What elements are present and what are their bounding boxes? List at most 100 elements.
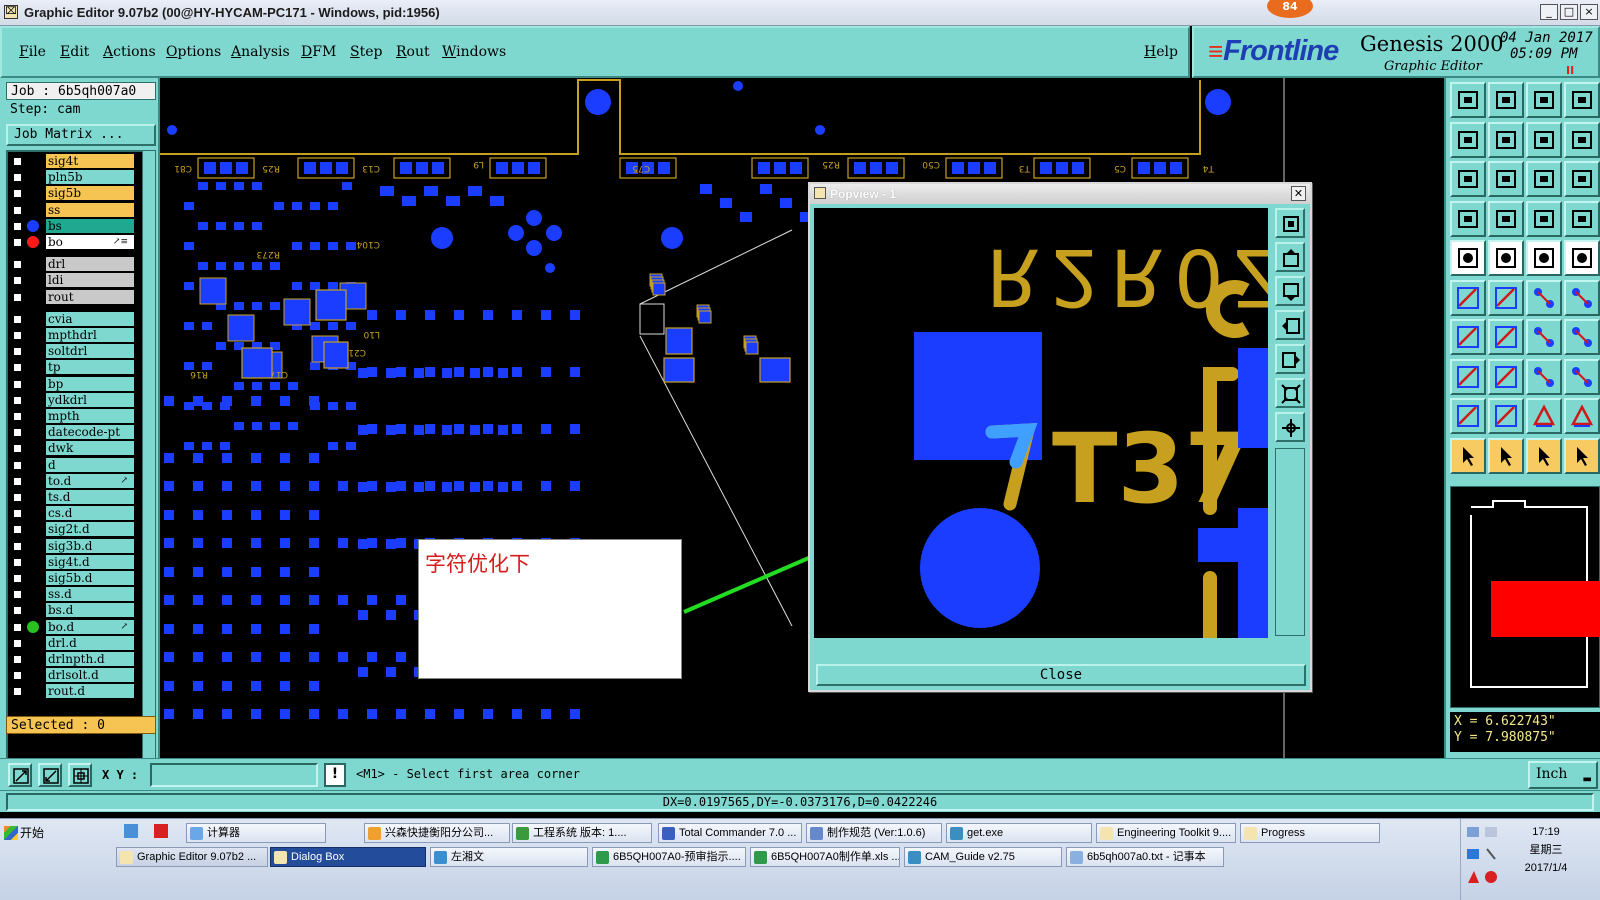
taskbar-app-icon — [596, 851, 609, 864]
xy-input[interactable] — [150, 763, 318, 787]
taskbar-app-icon — [516, 827, 529, 840]
tool-dash-button[interactable] — [1488, 358, 1524, 395]
popview-tool-right[interactable] — [1275, 344, 1305, 374]
tool-zoom-fit-button[interactable] — [1450, 161, 1486, 197]
tool-ratio-button[interactable] — [1526, 161, 1562, 197]
popview-tool-fit[interactable] — [1275, 378, 1305, 408]
zoom-silk-top: R2R0Z — [986, 231, 1268, 321]
zoom-out-button[interactable] — [38, 763, 62, 787]
popview-tool-zoom[interactable] — [1275, 208, 1305, 238]
popview-toolbar — [1272, 208, 1308, 638]
info-button[interactable]: ! — [324, 763, 346, 787]
taskbar-item-label: 6b5qh007a0.txt - 记事本 — [1087, 851, 1206, 863]
popview-window[interactable]: Popview - 1 ✕ R2R0Z T37 Close — [808, 182, 1312, 692]
move-icon — [1534, 287, 1554, 308]
tool-select-area-button[interactable] — [1450, 358, 1486, 395]
tool-stretch-button[interactable] — [1526, 358, 1562, 395]
tool-home-button[interactable] — [1526, 82, 1562, 118]
popview-canvas[interactable]: R2R0Z T37 — [814, 208, 1268, 638]
tool-move-button[interactable] — [1526, 279, 1562, 316]
units-dropdown[interactable]: Inch ▬ — [1528, 761, 1598, 789]
taskbar-item[interactable]: Dialog Box — [270, 847, 426, 867]
tool-snap-all-button[interactable] — [1564, 200, 1600, 237]
connect-icon — [1577, 446, 1588, 466]
net-icon — [1457, 286, 1479, 309]
tool-layer-left-button[interactable] — [1450, 121, 1486, 158]
popview-tool-up[interactable] — [1275, 242, 1305, 272]
quick-launch — [120, 821, 180, 843]
measure-icon — [1496, 248, 1516, 268]
tool-step-button[interactable] — [1564, 358, 1600, 395]
popview-close-icon[interactable]: ✕ — [1291, 186, 1306, 201]
navigation-map[interactable] — [1450, 486, 1600, 708]
tool-line-button[interactable] — [1526, 240, 1562, 276]
tool-rotate-button[interactable] — [1564, 398, 1600, 434]
taskbar-item[interactable]: Progress — [1240, 823, 1380, 843]
popview-tool-left[interactable] — [1275, 310, 1305, 340]
taskbar-item[interactable]: 6B5QH007A0制作单.xls ... — [750, 847, 900, 867]
taskbar-item-label: 6B5QH007A0制作单.xls ... — [771, 851, 900, 863]
taskbar-app-icon — [274, 851, 287, 864]
taskbar-item[interactable]: 兴森快捷衡阳分公司... — [364, 823, 510, 843]
taskbar-item[interactable]: Total Commander 7.0 ... — [658, 823, 802, 843]
tray-icons[interactable] — [1465, 825, 1505, 895]
tool-measure-button[interactable] — [1488, 240, 1524, 276]
tool-open-button[interactable] — [1450, 82, 1486, 118]
popview-tool-down[interactable] — [1275, 276, 1305, 306]
tool-pad-button[interactable] — [1564, 240, 1600, 276]
tool-layer-right-button[interactable] — [1488, 121, 1524, 158]
tool-draw-line-button[interactable] — [1450, 319, 1486, 355]
tool-save-button[interactable] — [1488, 82, 1524, 118]
tool-cut-line-button[interactable] — [1488, 319, 1524, 355]
status-line: DX=0.0197565,DY=-0.0373176,D=0.0422246 — [0, 790, 1600, 812]
pdf-icon[interactable] — [154, 824, 168, 838]
tool-cross-button[interactable] — [1488, 279, 1524, 316]
tool-connect-button[interactable] — [1564, 437, 1600, 474]
taskbar-item-label: 计算器 — [207, 827, 240, 839]
taskbar-app-icon — [908, 851, 921, 864]
tool-net-button[interactable] — [1450, 279, 1486, 316]
step-icon — [1572, 366, 1592, 387]
tool-mirror-button[interactable] — [1488, 398, 1524, 434]
tool-pointer-box-button[interactable] — [1488, 437, 1524, 474]
taskbar-item[interactable]: CAM_Guide v2.75 — [904, 847, 1062, 867]
start-button[interactable]: 开始 — [2, 823, 52, 843]
tool-grid-button[interactable] — [1488, 200, 1524, 237]
popview-tool-pan[interactable] — [1275, 412, 1305, 442]
zoom-fit-button[interactable] — [68, 763, 92, 787]
system-tray: 17:19 星期三 2017/1/4 — [1460, 819, 1600, 900]
tool-shape-button[interactable] — [1450, 240, 1486, 276]
zoom-in-button[interactable] — [8, 763, 32, 787]
taskbar-item[interactable]: Graphic Editor 9.07b2 ... — [116, 847, 268, 867]
tool-ruler-button[interactable] — [1450, 200, 1486, 237]
taskbar-item[interactable]: 6B5QH007A0-预审指示.... — [592, 847, 746, 867]
taskbar-item[interactable]: get.exe — [946, 823, 1092, 843]
taskbar-item[interactable]: 工程系统 版本: 1.... — [512, 823, 652, 843]
panel-icon — [1534, 130, 1554, 149]
tool-pin-button[interactable] — [1564, 319, 1600, 355]
tool-window-button[interactable] — [1564, 82, 1600, 118]
taskbar-item[interactable]: 6b5qh007a0.txt - 记事本 — [1066, 847, 1224, 867]
zoom-silk-main: T37 — [1052, 413, 1251, 525]
tool-panel-button[interactable] — [1526, 121, 1562, 158]
taskbar-item[interactable]: 左湘文 — [430, 847, 588, 867]
tool-pan-button[interactable] — [1488, 161, 1524, 197]
popview-close-button[interactable]: Close — [816, 664, 1306, 686]
pan-icon — [1496, 170, 1516, 188]
tool-pointer-move-button[interactable] — [1526, 437, 1562, 474]
right-toolbar: X = 6.622743" Y = 7.980875" — [1444, 78, 1600, 758]
tool-text-a-button[interactable] — [1526, 398, 1562, 434]
tool-resize-button[interactable] — [1564, 279, 1600, 316]
tray-clock[interactable]: 17:19 星期三 2017/1/4 — [1511, 823, 1581, 877]
tool-scroll-button[interactable] — [1564, 121, 1600, 158]
tool-snap-button[interactable] — [1526, 200, 1562, 237]
tool-triangle-button[interactable] — [1450, 398, 1486, 434]
tool-pointer-button[interactable] — [1450, 437, 1486, 474]
taskbar-item[interactable]: 制作规范 (Ver:1.0.6) — [806, 823, 942, 843]
taskbar-item[interactable]: Engineering Toolkit 9.... — [1096, 823, 1236, 843]
taskbar-item[interactable]: 计算器 — [186, 823, 326, 843]
tool-help-button[interactable] — [1564, 161, 1600, 197]
quick-launch-icon[interactable] — [124, 824, 138, 838]
tool-arc-button[interactable] — [1526, 319, 1562, 355]
ruler-icon — [1458, 209, 1478, 228]
